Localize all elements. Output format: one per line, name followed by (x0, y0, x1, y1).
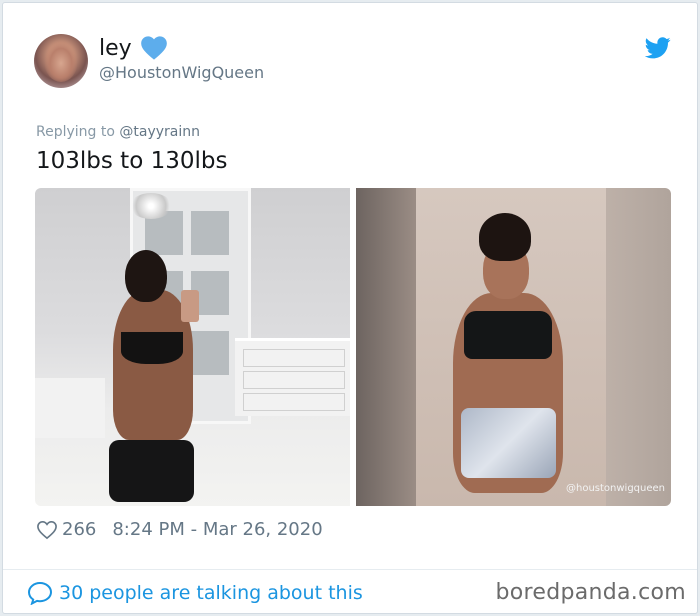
likes-count[interactable]: 266 (62, 519, 96, 540)
conversation-link[interactable]: 30 people are talking about this (27, 581, 363, 605)
photo-watermark: @houstonwigqueen (565, 483, 665, 494)
replying-to-handle[interactable]: @tayyrainn (119, 124, 200, 140)
boredpanda-watermark: boredpanda.com (495, 580, 686, 605)
tweet-media: @houstonwigqueen (35, 188, 671, 506)
speech-bubble-icon (27, 581, 53, 605)
author-handle[interactable]: @HoustonWigQueen (99, 63, 264, 82)
chandelier (130, 193, 172, 219)
person-after (431, 213, 591, 506)
tweet-meta: 266 8:24 PM - Mar 26, 2020 (36, 519, 323, 540)
twitter-bird-icon[interactable] (645, 37, 671, 59)
author-display-name[interactable]: ley (99, 36, 132, 61)
dresser (235, 338, 350, 416)
photo-before[interactable] (35, 188, 350, 506)
tweet-card: ley @HoustonWigQueen Replying to @tayyra… (2, 2, 698, 614)
divider (3, 569, 697, 570)
author-name-row[interactable]: ley (99, 35, 168, 61)
tweet-timestamp[interactable]: 8:24 PM - Mar 26, 2020 (112, 519, 322, 540)
replying-prefix: Replying to (36, 124, 120, 140)
heart-outline-icon[interactable] (36, 520, 58, 540)
tweet-text: 103lbs to 130lbs (36, 148, 228, 174)
blue-heart-icon (140, 36, 167, 60)
author-avatar[interactable] (34, 34, 88, 88)
person-before (95, 250, 205, 506)
conversation-text[interactable]: 30 people are talking about this (59, 582, 363, 604)
replying-to-line: Replying to @tayyrainn (36, 124, 200, 140)
photo-after[interactable]: @houstonwigqueen (356, 188, 671, 506)
